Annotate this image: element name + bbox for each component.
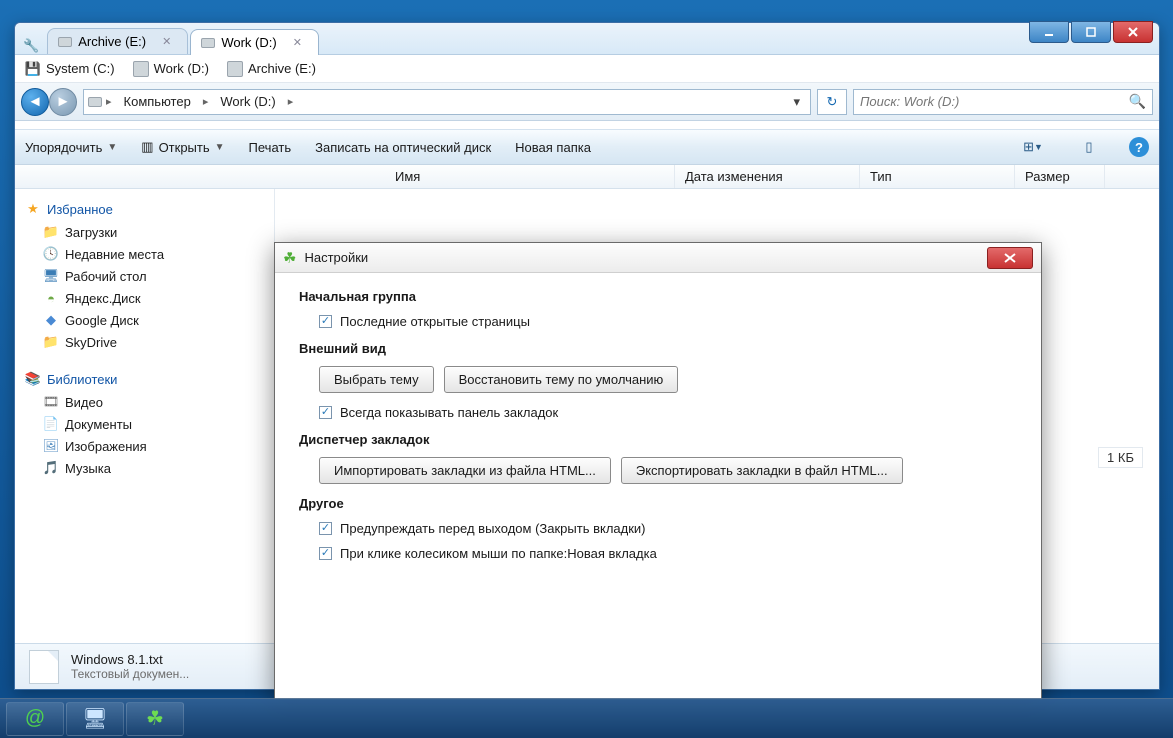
navigation-row: ◄ ► ▸ Компьютер ▸ Work (D:) ▸ ▾ ↻ 🔍 [15,83,1159,121]
bookmark-system[interactable]: 💾System (C:) [25,61,115,77]
search-icon[interactable]: 🔍 [1129,93,1146,110]
burn-button[interactable]: Записать на оптический диск [315,140,491,155]
tab-archive[interactable]: Archive (E:) ✕ [47,28,188,54]
dialog-title: Настройки [304,250,368,265]
search-box[interactable]: 🔍 [853,89,1153,115]
tab-work[interactable]: Work (D:) ✕ [190,29,319,55]
maximize-button[interactable] [1071,21,1111,43]
print-button[interactable]: Печать [249,140,292,155]
settings-wrench-icon[interactable]: 🔧 [15,38,47,54]
open-menu[interactable]: ▥Открыть▼ [141,139,224,155]
choose-theme-button[interactable]: Выбрать тему [319,366,434,393]
sidebar-item-recent[interactable]: 🕓Недавние места [21,243,268,265]
drive-icon [58,37,72,47]
back-button[interactable]: ◄ [21,88,49,116]
close-button[interactable] [1113,21,1153,43]
reset-theme-button[interactable]: Восстановить тему по умолчанию [444,366,679,393]
column-date[interactable]: Дата изменения [675,165,860,188]
favorites-header[interactable]: ★Избранное [21,197,268,221]
drive-icon [88,97,102,107]
sidebar-item-google-drive[interactable]: ◆Google Диск [21,309,268,331]
taskbar-app-mailru[interactable]: @ [6,702,64,736]
preview-pane-button[interactable]: ▯ [1073,135,1105,159]
bookmark-bar: 💾System (C:) Work (D:) Archive (E:) [15,55,1159,83]
taskbar-app-network[interactable]: 🖥 [66,702,124,736]
checkbox-icon[interactable] [319,547,332,560]
tab-label: Archive (E:) [78,34,146,49]
taskbar-app-clover[interactable]: ☘ [126,702,184,736]
new-folder-button[interactable]: Новая папка [515,140,591,155]
selected-file-name: Windows 8.1.txt [71,652,189,667]
checkbox-show-bookmarks[interactable]: Всегда показывать панель закладок [319,405,1017,420]
view-options-button[interactable]: ⊞ ▼ [1017,135,1049,159]
section-other: Другое [299,496,1017,511]
sidebar-item-desktop[interactable]: 🖥Рабочий стол [21,265,268,287]
taskbar: @ 🖥 ☘ [0,698,1173,738]
section-startup: Начальная группа [299,289,1017,304]
breadcrumb[interactable]: ▸ Компьютер ▸ Work (D:) ▸ ▾ [83,89,811,115]
navigation-pane: ★Избранное 📁Загрузки 🕓Недавние места 🖥Ра… [15,189,275,643]
column-headers: Имя Дата изменения Тип Размер [15,165,1159,189]
checkbox-last-pages[interactable]: Последние открытые страницы [319,314,1017,329]
sidebar-item-downloads[interactable]: 📁Загрузки [21,221,268,243]
libraries-header[interactable]: 📚Библиотеки [21,367,268,391]
clover-icon: ☘ [283,249,296,267]
sidebar-item-music[interactable]: 🎵Музыка [21,457,268,479]
checkbox-wheel-click[interactable]: При клике колесиком мыши по папке:Новая … [319,546,1017,561]
help-button[interactable]: ? [1129,137,1149,157]
file-size-value: 1 КБ [1098,447,1143,468]
bookmark-work[interactable]: Work (D:) [133,61,209,77]
forward-button[interactable]: ► [49,88,77,116]
bookmark-archive[interactable]: Archive (E:) [227,61,316,77]
organize-menu[interactable]: Упорядочить▼ [25,140,117,155]
tab-label: Work (D:) [221,35,276,50]
minimize-button[interactable] [1029,21,1069,43]
tab-close-icon[interactable]: ✕ [160,35,173,48]
breadcrumb-dropdown-icon[interactable]: ▾ [787,94,806,110]
checkbox-icon[interactable] [319,522,332,535]
dialog-titlebar[interactable]: ☘ Настройки [275,243,1041,273]
checkbox-warn-exit[interactable]: Предупреждать перед выходом (Закрыть вкл… [319,521,1017,536]
column-name[interactable]: Имя [385,165,675,188]
section-bookmarks: Диспетчер закладок [299,432,1017,447]
crumb-computer[interactable]: Компьютер [116,92,199,111]
settings-dialog: ☘ Настройки Начальная группа Последние о… [274,242,1042,700]
section-appearance: Внешний вид [299,341,1017,356]
chevron-right-icon[interactable]: ▸ [286,95,296,108]
selected-file-type: Текстовый докумен... [71,667,189,681]
tab-strip: 🔧 Archive (E:) ✕ Work (D:) ✕ [15,23,1159,55]
command-bar: Упорядочить▼ ▥Открыть▼ Печать Записать н… [15,129,1159,165]
drive-icon [201,38,215,48]
window-controls [1029,21,1153,43]
dialog-body: Начальная группа Последние открытые стра… [275,273,1041,699]
chevron-right-icon[interactable]: ▸ [201,95,211,108]
sidebar-item-pictures[interactable]: 🖼Изображения [21,435,268,457]
sidebar-item-videos[interactable]: 🎞Видео [21,391,268,413]
file-icon [29,650,59,684]
checkbox-icon[interactable] [319,406,332,419]
sidebar-item-yandex[interactable]: ◓Яндекс.Диск [21,287,268,309]
checkbox-icon[interactable] [319,315,332,328]
import-bookmarks-button[interactable]: Импортировать закладки из файла HTML... [319,457,611,484]
chevron-right-icon[interactable]: ▸ [104,95,114,108]
column-type[interactable]: Тип [860,165,1015,188]
tab-close-icon[interactable]: ✕ [291,36,304,49]
search-input[interactable] [860,94,1129,109]
crumb-work[interactable]: Work (D:) [212,92,283,111]
sidebar-item-skydrive[interactable]: 📁SkyDrive [21,331,268,353]
column-size[interactable]: Размер [1015,165,1105,188]
export-bookmarks-button[interactable]: Экспортировать закладки в файл HTML... [621,457,903,484]
dialog-close-button[interactable] [987,247,1033,269]
sidebar-item-documents[interactable]: 📄Документы [21,413,268,435]
refresh-button[interactable]: ↻ [817,89,847,115]
